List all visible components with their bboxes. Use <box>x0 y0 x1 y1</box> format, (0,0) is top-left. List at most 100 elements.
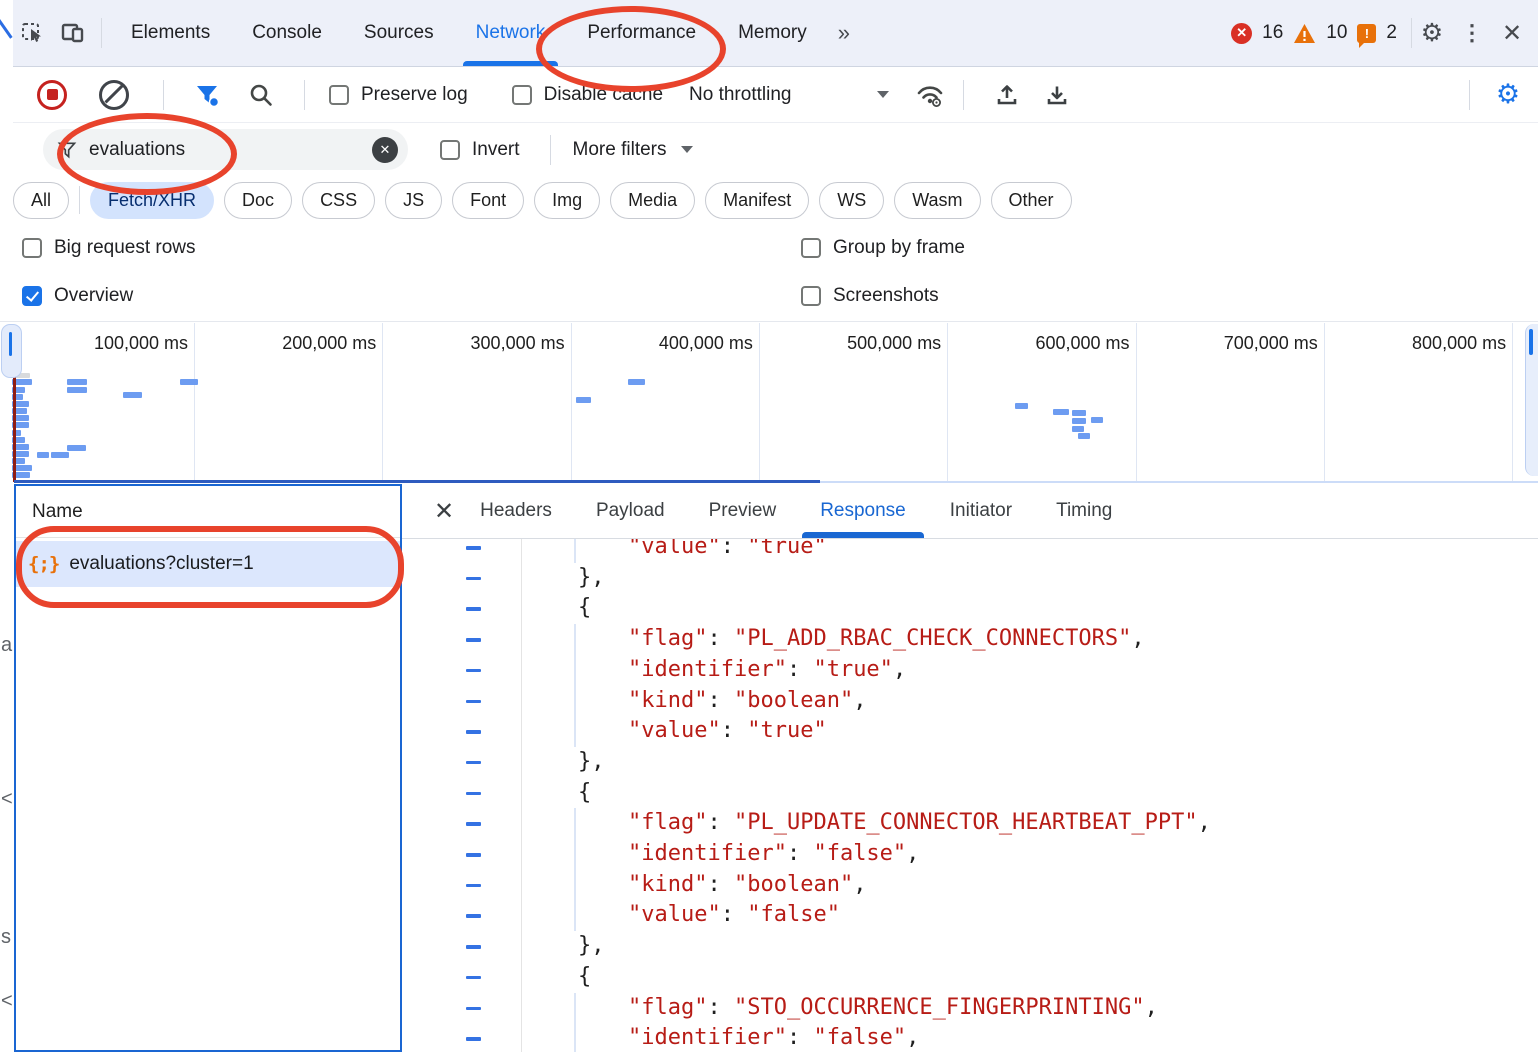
warnings-count[interactable]: 10 <box>1326 22 1347 44</box>
fold-marker-icon[interactable] <box>466 976 481 980</box>
detail-tab-response[interactable]: Response <box>820 484 906 538</box>
network-conditions-icon[interactable] <box>915 82 945 108</box>
errors-icon[interactable]: ✕ <box>1231 23 1252 44</box>
name-header-label: Name <box>32 501 83 523</box>
chip-manifest[interactable]: Manifest <box>705 182 809 219</box>
code-line: "value": "true" <box>402 716 1538 747</box>
tab-memory[interactable]: Memory <box>717 0 828 66</box>
filter-input-pill[interactable]: ✕ <box>43 129 408 170</box>
inspect-element-icon[interactable] <box>13 13 53 53</box>
chip-font[interactable]: Font <box>452 182 524 219</box>
group-by-frame-box[interactable] <box>801 238 821 258</box>
fold-marker-icon[interactable] <box>466 546 481 550</box>
preserve-log-checkbox[interactable]: Preserve log <box>329 84 468 106</box>
clear-network-log-icon[interactable] <box>99 80 129 110</box>
chip-wasm[interactable]: Wasm <box>894 182 980 219</box>
fold-marker-icon[interactable] <box>466 761 481 765</box>
invert-box[interactable] <box>440 140 460 160</box>
disable-cache-checkbox[interactable]: Disable cache <box>512 84 663 106</box>
fold-marker-icon[interactable] <box>466 730 481 734</box>
invert-checkbox[interactable]: Invert <box>440 139 520 161</box>
more-filters-label: More filters <box>573 139 667 161</box>
export-har-icon[interactable] <box>1044 82 1070 108</box>
filter-input[interactable] <box>87 138 331 162</box>
fold-marker-icon[interactable] <box>466 607 481 611</box>
chip-ws[interactable]: WS <box>819 182 884 219</box>
overview-left-drag-handle[interactable] <box>1 324 22 378</box>
chip-css[interactable]: CSS <box>302 182 375 219</box>
record-network-log-button[interactable] <box>37 80 67 110</box>
device-toolbar-icon[interactable] <box>53 13 93 53</box>
fold-marker-icon[interactable] <box>466 884 481 888</box>
tab-sources[interactable]: Sources <box>343 0 455 66</box>
code-line: { <box>402 778 1538 809</box>
clear-filter-icon[interactable]: ✕ <box>372 137 398 163</box>
filter-icon[interactable] <box>194 82 220 108</box>
fold-marker-icon[interactable] <box>466 853 481 857</box>
indent-guide <box>574 870 576 901</box>
screenshots-checkbox[interactable]: Screenshots <box>801 285 939 307</box>
overview-checkbox[interactable]: Overview <box>22 285 133 307</box>
preserve-log-box[interactable] <box>329 85 349 105</box>
tab-console[interactable]: Console <box>231 0 343 66</box>
fold-marker-icon[interactable] <box>466 638 481 642</box>
fold-marker-icon[interactable] <box>466 577 481 581</box>
detail-tab-timing[interactable]: Timing <box>1056 484 1112 538</box>
detail-tab-preview[interactable]: Preview <box>709 484 777 538</box>
fold-marker-icon[interactable] <box>466 822 481 826</box>
throttling-select[interactable]: No throttling <box>689 84 889 106</box>
name-column-header[interactable]: Name <box>16 486 400 538</box>
fold-marker-icon[interactable] <box>466 792 481 796</box>
detail-tab-initiator[interactable]: Initiator <box>950 484 1012 538</box>
chip-fetch-xhr[interactable]: Fetch/XHR <box>90 182 214 219</box>
disable-cache-box[interactable] <box>512 85 532 105</box>
screenshots-box[interactable] <box>801 286 821 306</box>
big-request-rows-checkbox[interactable]: Big request rows <box>22 237 196 259</box>
more-filters-button[interactable]: More filters <box>573 139 693 161</box>
close-devtools-icon[interactable]: ✕ <box>1492 13 1532 53</box>
detail-tab-payload[interactable]: Payload <box>596 484 665 538</box>
network-settings-gear-icon[interactable]: ⚙ <box>1488 75 1528 115</box>
chip-media[interactable]: Media <box>610 182 695 219</box>
overview-box[interactable] <box>22 286 42 306</box>
overview-right-drag-handle[interactable] <box>1525 324 1538 476</box>
big-request-rows-box[interactable] <box>22 238 42 258</box>
tab-network[interactable]: Network <box>455 0 567 66</box>
code-text: }, <box>578 933 605 958</box>
overview-tick-label: 600,000 ms <box>950 333 1130 354</box>
group-by-frame-checkbox[interactable]: Group by frame <box>801 237 965 259</box>
close-detail-icon[interactable]: ✕ <box>402 497 480 526</box>
chip-js[interactable]: JS <box>385 182 442 219</box>
tab-elements[interactable]: Elements <box>110 0 231 66</box>
indent-guide <box>574 539 576 563</box>
code-line: "identifier": "true", <box>402 655 1538 686</box>
errors-count[interactable]: 16 <box>1262 22 1283 44</box>
tab-performance[interactable]: Performance <box>566 0 717 66</box>
main-tabs: ElementsConsoleSourcesNetworkPerformance… <box>110 0 828 66</box>
request-bar <box>1053 409 1069 415</box>
indent-guide <box>574 655 576 686</box>
fold-marker-icon[interactable] <box>466 700 481 704</box>
fold-marker-icon[interactable] <box>466 669 481 673</box>
issues-count[interactable]: 2 <box>1386 22 1397 44</box>
chip-all[interactable]: All <box>13 182 69 219</box>
network-overview-timeline[interactable]: 100,000 ms200,000 ms300,000 ms400,000 ms… <box>0 321 1538 482</box>
fold-marker-icon[interactable] <box>466 914 481 918</box>
settings-gear-icon[interactable]: ⚙ <box>1412 13 1452 53</box>
fold-marker-icon[interactable] <box>466 945 481 949</box>
chip-other[interactable]: Other <box>991 182 1072 219</box>
warnings-icon[interactable] <box>1293 23 1316 44</box>
chip-img[interactable]: Img <box>534 182 600 219</box>
more-tabs-icon[interactable]: » <box>828 20 857 46</box>
fold-marker-icon[interactable] <box>466 1007 481 1011</box>
chip-doc[interactable]: Doc <box>224 182 292 219</box>
import-har-icon[interactable] <box>994 82 1020 108</box>
options-row-2: Overview Screenshots <box>13 272 1538 320</box>
fold-marker-icon[interactable] <box>466 1037 481 1041</box>
search-icon[interactable] <box>248 82 274 108</box>
detail-tab-headers[interactable]: Headers <box>480 484 552 538</box>
kebab-menu-icon[interactable]: ⋮ <box>1452 13 1492 53</box>
code-text: "flag": "PL_UPDATE_CONNECTOR_HEARTBEAT_P… <box>628 810 1211 835</box>
issues-icon[interactable]: ! <box>1357 24 1376 43</box>
request-row-evaluations[interactable]: {;} evaluations?cluster=1 <box>16 541 400 587</box>
